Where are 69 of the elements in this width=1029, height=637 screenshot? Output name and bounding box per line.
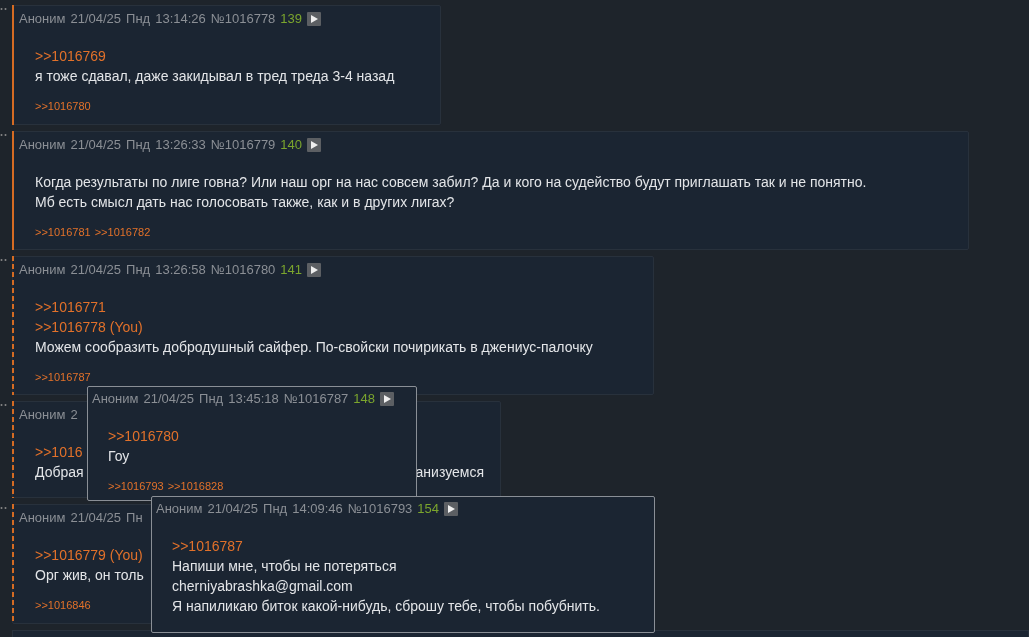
post-count: 140 [280,136,303,155]
post-author: Аноним [92,390,139,409]
post-text: Добрая [35,463,84,482]
post-day: Пнд [263,499,288,519]
post-day: Пнд [126,9,151,29]
post-count: 154 [417,500,440,519]
backlink[interactable]: >>1016781 [35,225,91,239]
post-time: 13:45:18 [228,390,279,409]
post-time: 13:14:26 [155,10,206,29]
post-text: Орг жив, он толь [35,566,144,585]
post-day: Пнд [126,135,151,155]
reply-link[interactable]: >>1016 [35,444,83,460]
backlink[interactable]: >>1016787 [35,370,91,384]
post-number[interactable]: №1016779 [210,135,276,155]
post-text: Гоу [108,447,130,466]
post-text: Я напиликаю биток какой-нибудь, сброшу тебе, чтобы побубнить. [172,597,600,616]
post-time: 14:09:46 [292,500,343,519]
post-date: 21/04/25 [207,500,259,519]
post-date: 21/04/25 [70,136,122,155]
post-text: cherniyabrashka@gmail.com [172,577,353,596]
play-icon [447,505,455,513]
post-text: анизуемся [415,463,484,482]
post-text: Напиши мне, чтобы не потеряться [172,557,397,576]
play-button[interactable] [307,138,322,152]
post-author: Аноним [19,509,66,528]
post-count: 141 [280,261,303,280]
post-author: Аноним [19,136,66,155]
backlink[interactable]: >>1016782 [94,225,151,239]
post-text: Когда результаты по лиге говна? Или наш орг на нас совсем забил? Да и кого на судейство будут приглашать так и не понятно. [35,173,867,192]
post-text: Можем сообразить добродушный сайфер. По-свойски почирикать в джениус-палочку [35,338,593,357]
post-day: Пнд [126,260,151,280]
reply-link[interactable]: >>1016779 (You) [35,547,143,563]
reply-link[interactable]: >>1016769 [35,48,106,64]
play-icon [310,15,318,23]
play-button[interactable] [307,12,322,26]
post-count: 139 [280,10,303,29]
post-author: Аноним [19,406,66,425]
play-button[interactable] [444,502,459,516]
reply-link[interactable]: >>1016787 [172,538,243,554]
reply-link[interactable]: >>1016778 (You) [35,319,143,335]
play-button[interactable] [307,263,322,277]
reply-link[interactable]: >>1016771 [35,299,106,315]
post-time: 13:26:58 [155,261,206,280]
reply-link[interactable]: >>1016780 [108,428,179,444]
backlink[interactable]: >>1016846 [35,598,91,612]
play-icon [310,266,318,274]
post-date: 21/04/25 [70,10,122,29]
post-day: Пн [126,508,143,528]
post-author: Аноним [19,10,66,29]
post-number[interactable]: №1016778 [210,9,276,29]
post-count: 148 [353,390,376,409]
play-button[interactable] [380,392,395,406]
post-author: Аноним [156,500,203,519]
post-number[interactable]: №1016787 [283,389,349,409]
backlink[interactable]: >>1016780 [35,99,91,113]
post-day: Пнд [199,389,224,409]
post-number[interactable]: №1016793 [347,499,413,519]
post-date: 21/04/25 [70,261,122,280]
post-text: Мб есть смысл дать нас голосовать также, как и в других лигах? [35,193,455,212]
post-date: 21/04/25 [70,509,122,528]
post-author: Аноним [19,261,66,280]
post-text: я тоже сдавал, даже закидывал в тред треда 3-4 назад [35,67,395,86]
backlink[interactable]: >>1016828 [167,479,224,493]
post-date: 21/04/25 [143,390,195,409]
post-date: 2 [70,406,78,425]
post-time: 13:26:33 [155,136,206,155]
play-icon [310,141,318,149]
backlink[interactable]: >>1016793 [108,479,164,493]
post-number[interactable]: №1016780 [210,260,276,280]
